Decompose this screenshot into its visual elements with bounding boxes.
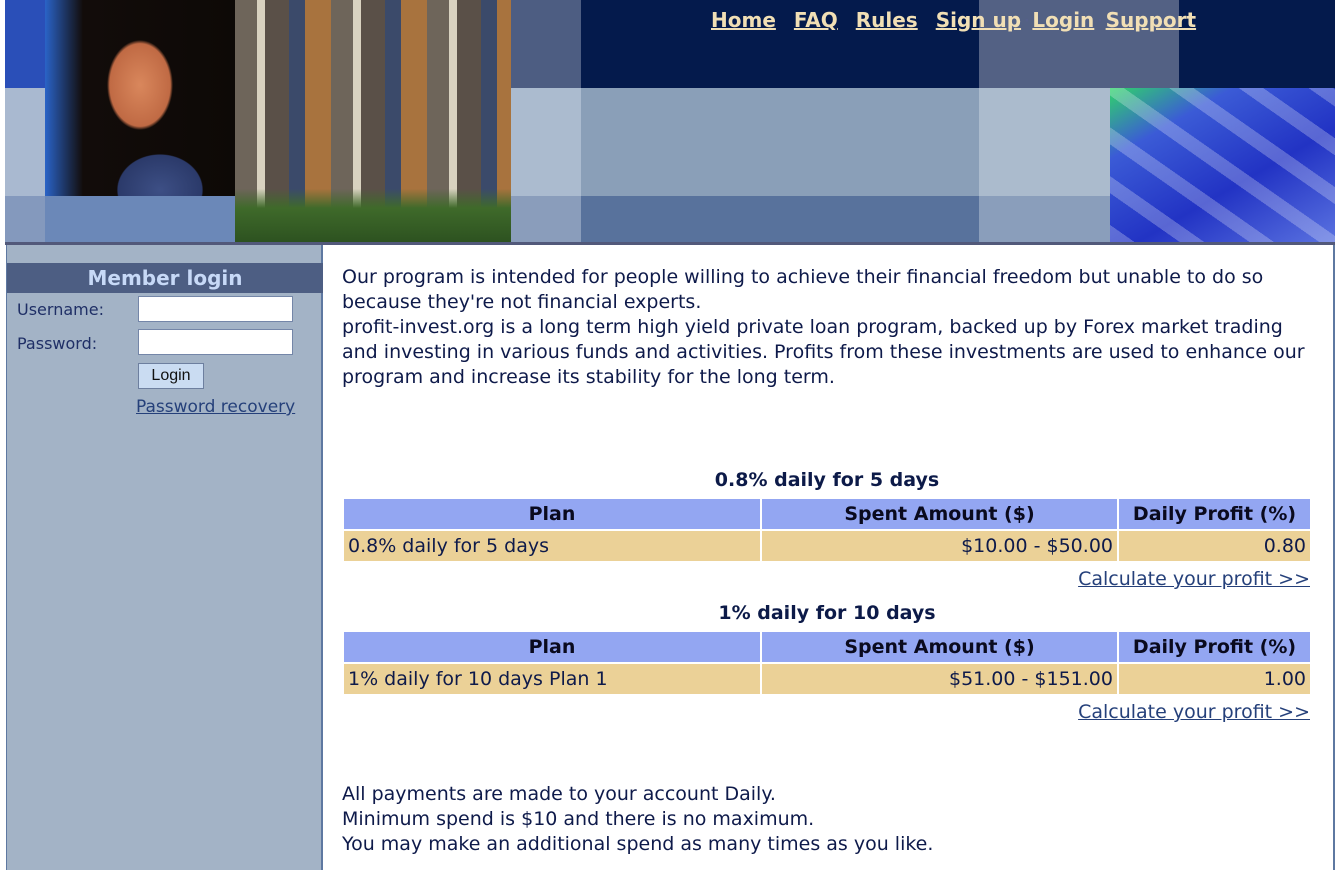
cell-amount: $10.00 - $50.00 [760, 529, 1119, 563]
main-content: Our program is intended for people willi… [325, 245, 1335, 870]
banner-block [581, 88, 979, 196]
banner-block [511, 0, 581, 88]
banner-block [1179, 0, 1335, 88]
plan-table: Plan Spent Amount ($) Daily Profit (%) 0… [342, 497, 1312, 563]
password-label: Password: [17, 334, 98, 353]
cell-profit: 1.00 [1117, 662, 1312, 696]
login-button[interactable]: Login [138, 363, 204, 389]
money-stacks-photo [1110, 88, 1335, 242]
sidebar: Member login Username: Password: Login P… [6, 245, 323, 870]
cell-plan: 1% daily for 10 days Plan 1 [342, 662, 762, 696]
nav-separator: · [1024, 13, 1030, 29]
businessman-photo [45, 0, 235, 196]
password-input[interactable] [138, 329, 293, 355]
calculate-profit-link[interactable]: Calculate your profit >> [1078, 701, 1310, 723]
table-header-row: Plan Spent Amount ($) Daily Profit (%) [342, 497, 1312, 531]
banner-block [979, 88, 1110, 196]
column-header-plan: Plan [342, 497, 762, 531]
nav-signup-link[interactable]: Sign up [936, 8, 1021, 32]
nav-separator: · [1097, 13, 1103, 29]
additional-spend-note: You may make an additional spend as many… [342, 833, 934, 855]
column-header-amount: Spent Amount ($) [760, 630, 1119, 664]
column-header-amount: Spent Amount ($) [760, 497, 1119, 531]
program-description: profit-invest.org is a long term high yi… [342, 316, 1305, 388]
table-row: 0.8% daily for 5 days $10.00 - $50.00 0.… [342, 529, 1312, 563]
calculate-profit-link[interactable]: Calculate your profit >> [1078, 568, 1310, 590]
banner-block [979, 196, 1110, 242]
minimum-spend-note: Minimum spend is $10 and there is no max… [342, 808, 815, 830]
column-header-plan: Plan [342, 630, 762, 664]
header-banner [5, 0, 1335, 242]
column-header-profit: Daily Profit (%) [1117, 497, 1312, 531]
password-recovery-link[interactable]: Password recovery [136, 397, 295, 417]
city-skyline-photo [235, 0, 511, 242]
banner-block [511, 196, 581, 242]
username-label: Username: [17, 300, 104, 319]
cell-plan: 0.8% daily for 5 days [342, 529, 762, 563]
nav-support-link[interactable]: Support [1106, 8, 1196, 32]
column-header-profit: Daily Profit (%) [1117, 630, 1312, 664]
table-row: 1% daily for 10 days Plan 1 $51.00 - $15… [342, 662, 1312, 696]
banner-block [5, 0, 45, 88]
plan-title: 1% daily for 10 days [718, 602, 936, 624]
table-header-row: Plan Spent Amount ($) Daily Profit (%) [342, 630, 1312, 664]
payment-note: All payments are made to your account Da… [342, 783, 776, 805]
member-login-title: Member login [7, 263, 323, 293]
top-navigation: Home FAQ Rules Sign up · Login · Support [711, 8, 1196, 32]
nav-faq-link[interactable]: FAQ [794, 8, 838, 32]
businessman-photo-shade [45, 196, 235, 242]
nav-home-link[interactable]: Home [711, 8, 776, 32]
banner-block [511, 88, 581, 196]
banner-block [581, 196, 979, 242]
nav-login-link[interactable]: Login [1032, 8, 1094, 32]
nav-rules-link[interactable]: Rules [856, 8, 918, 32]
banner-block [5, 196, 45, 242]
banner-block [5, 88, 45, 196]
plan-title: 0.8% daily for 5 days [714, 469, 940, 491]
plan-table: Plan Spent Amount ($) Daily Profit (%) 1… [342, 630, 1312, 696]
intro-paragraph: Our program is intended for people willi… [342, 266, 1264, 313]
cell-profit: 0.80 [1117, 529, 1312, 563]
username-input[interactable] [138, 296, 293, 322]
cell-amount: $51.00 - $151.00 [760, 662, 1119, 696]
